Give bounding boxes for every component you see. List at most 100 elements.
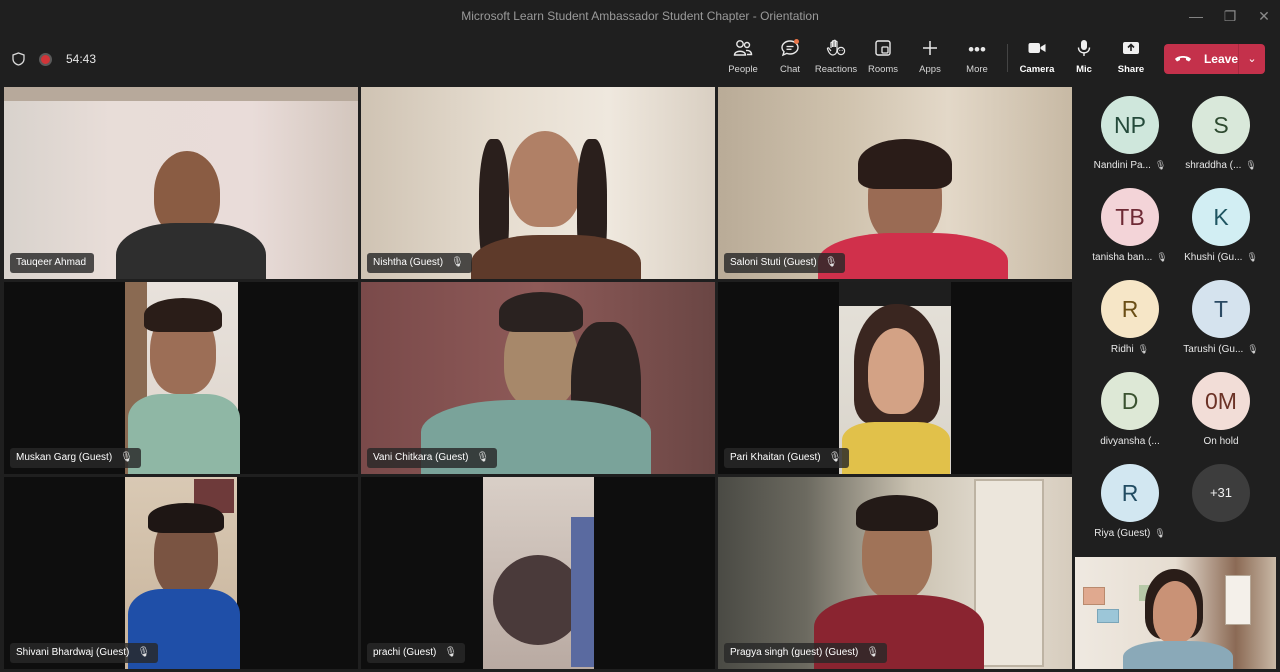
participant-avatar-tile[interactable]: T Tarushi (Gu... 🎙︎: [1176, 280, 1266, 366]
close-icon[interactable]: ✕: [1246, 6, 1280, 26]
participant-name-tag: Saloni Stuti (Guest) 🎙︎: [724, 253, 846, 273]
avatar: S: [1192, 96, 1250, 154]
avatar: TB: [1101, 188, 1159, 246]
mic-off-icon: 🎙︎: [824, 257, 838, 268]
avatar: R: [1101, 464, 1159, 522]
participant-avatar-tile[interactable]: NP Nandini Pa... 🎙︎: [1085, 96, 1175, 182]
participant-name-tag: prachi (Guest) 🎙︎: [367, 643, 466, 663]
video-tile[interactable]: Pari Khaitan (Guest) 🎙︎: [718, 282, 1072, 474]
participant-avatar-tile[interactable]: S shraddha (... 🎙︎: [1176, 96, 1266, 182]
overflow-count: +31: [1192, 464, 1250, 522]
mic-off-icon: 🎙︎: [1137, 344, 1150, 354]
participant-name: Pragya singh (guest) (Guest): [730, 647, 859, 658]
video-frame: [116, 223, 266, 279]
participant-avatar-tile[interactable]: TB tanisha ban... 🎙︎: [1085, 188, 1175, 274]
maximize-icon[interactable]: ❐: [1212, 6, 1248, 26]
plus-icon: [906, 39, 954, 61]
share-button[interactable]: Share: [1107, 39, 1155, 79]
share-icon: [1107, 39, 1155, 61]
mic-off-icon: 🎙︎: [451, 257, 464, 268]
video-frame: [471, 235, 641, 279]
participant-avatar-tile[interactable]: R Riya (Guest) 🎙︎: [1085, 464, 1175, 550]
hand-icon: [812, 39, 860, 61]
video-tile[interactable]: Saloni Stuti (Guest) 🎙︎: [718, 87, 1072, 279]
participant-avatar-tile[interactable]: R Ridhi 🎙︎: [1085, 280, 1175, 366]
participant-name: Saloni Stuti (Guest): [730, 257, 817, 268]
video-frame: [571, 517, 594, 667]
record-icon: [39, 52, 52, 66]
participant-name: prachi (Guest): [373, 647, 437, 658]
mic-off-icon: 🎙︎: [1156, 252, 1168, 262]
participant-name-tag: Nishtha (Guest) 🎙︎: [367, 253, 472, 273]
mic-off-icon: 🎙︎: [476, 452, 490, 463]
video-frame: [856, 495, 938, 531]
meeting-timer: 54:43: [66, 52, 97, 66]
mic-off-icon: 🎙︎: [1246, 252, 1258, 262]
video-frame: [144, 298, 222, 332]
avatar: T: [1192, 280, 1250, 338]
participant-name: Tauqeer Ahmad: [16, 257, 87, 268]
participant-avatar-tile[interactable]: K Khushi (Gu... 🎙︎: [1176, 188, 1266, 274]
avatar: D: [1101, 372, 1159, 430]
more-button[interactable]: ••• More: [953, 39, 1001, 79]
mic-button[interactable]: Mic: [1060, 39, 1108, 79]
self-view-video[interactable]: [1075, 557, 1276, 669]
leave-button[interactable]: Leave ⌄: [1164, 44, 1265, 74]
video-tile[interactable]: prachi (Guest) 🎙︎: [361, 477, 715, 669]
participant-name-tag: Shivani Bhardwaj (Guest) 🎙︎: [10, 643, 159, 663]
video-tile[interactable]: Nishtha (Guest) 🎙︎: [361, 87, 715, 279]
mic-off-icon: 🎙︎: [137, 647, 151, 658]
participant-name-tag: Pari Khaitan (Guest) 🎙︎: [724, 448, 850, 468]
video-frame: [148, 503, 224, 533]
participant-name: Nandini Pa...: [1093, 160, 1151, 171]
more-participants-button[interactable]: +31: [1176, 464, 1266, 550]
rooms-button[interactable]: Rooms: [859, 39, 907, 79]
people-button[interactable]: People: [719, 39, 767, 79]
more-icon: •••: [968, 40, 986, 59]
participant-name: Muskan Garg (Guest): [16, 452, 113, 463]
video-frame: [839, 282, 951, 306]
participant-name: Ridhi: [1110, 344, 1134, 355]
participant-name-tag: Muskan Garg (Guest) 🎙︎: [10, 448, 141, 468]
video-frame: [499, 292, 583, 332]
mic-off-icon: 🎙︎: [1247, 344, 1259, 354]
mic-off-icon: 🎙︎: [444, 647, 458, 658]
toolbar-divider: [1007, 44, 1008, 72]
video-frame: [818, 233, 1008, 279]
participant-name: Pari Khaitan (Guest): [730, 452, 821, 463]
video-frame: [4, 87, 358, 101]
apps-button[interactable]: Apps: [906, 39, 954, 79]
participant-name: Tarushi (Gu...: [1183, 344, 1244, 355]
mic-off-icon: 🎙︎: [120, 452, 133, 463]
participant-name: Shivani Bhardwaj (Guest): [16, 647, 130, 658]
participant-avatar-tile[interactable]: D divyansha (...: [1085, 372, 1175, 458]
participant-avatar-tile[interactable]: 0M On hold: [1176, 372, 1266, 458]
camera-button[interactable]: Camera: [1013, 39, 1061, 79]
window-title: Microsoft Learn Student Ambassador Stude…: [461, 9, 819, 23]
video-frame: [858, 139, 952, 189]
reactions-button[interactable]: Reactions: [812, 39, 860, 79]
shield-icon: [12, 52, 25, 66]
video-tile[interactable]: Muskan Garg (Guest) 🎙︎: [4, 282, 358, 474]
video-frame: [493, 555, 583, 645]
avatar: NP: [1101, 96, 1159, 154]
mic-off-icon: 🎙︎: [1245, 160, 1257, 170]
avatar: R: [1101, 280, 1159, 338]
video-tile[interactable]: Shivani Bhardwaj (Guest) 🎙︎: [4, 477, 358, 669]
video-frame: [868, 328, 924, 414]
meeting-status: 54:43: [12, 33, 96, 85]
rooms-icon: [859, 39, 907, 61]
video-tile[interactable]: Tauqeer Ahmad: [4, 87, 358, 279]
participant-name: divyansha (...: [1100, 436, 1160, 447]
video-tile[interactable]: Vani Chitkara (Guest) 🎙︎: [361, 282, 715, 474]
mic-off-icon: 🎙︎: [828, 452, 842, 463]
participant-name-tag: Pragya singh (guest) (Guest) 🎙︎: [724, 643, 888, 663]
minimize-icon[interactable]: —: [1178, 6, 1214, 26]
video-tile[interactable]: Pragya singh (guest) (Guest) 🎙︎: [718, 477, 1072, 669]
mic-off-icon: 🎙︎: [1154, 160, 1167, 170]
chat-icon: [766, 39, 814, 61]
participant-name-tag: Tauqeer Ahmad: [10, 253, 95, 273]
chat-button[interactable]: Chat: [766, 39, 814, 79]
chevron-down-icon[interactable]: ⌄: [1239, 44, 1265, 74]
participant-name: tanisha ban...: [1092, 252, 1153, 263]
